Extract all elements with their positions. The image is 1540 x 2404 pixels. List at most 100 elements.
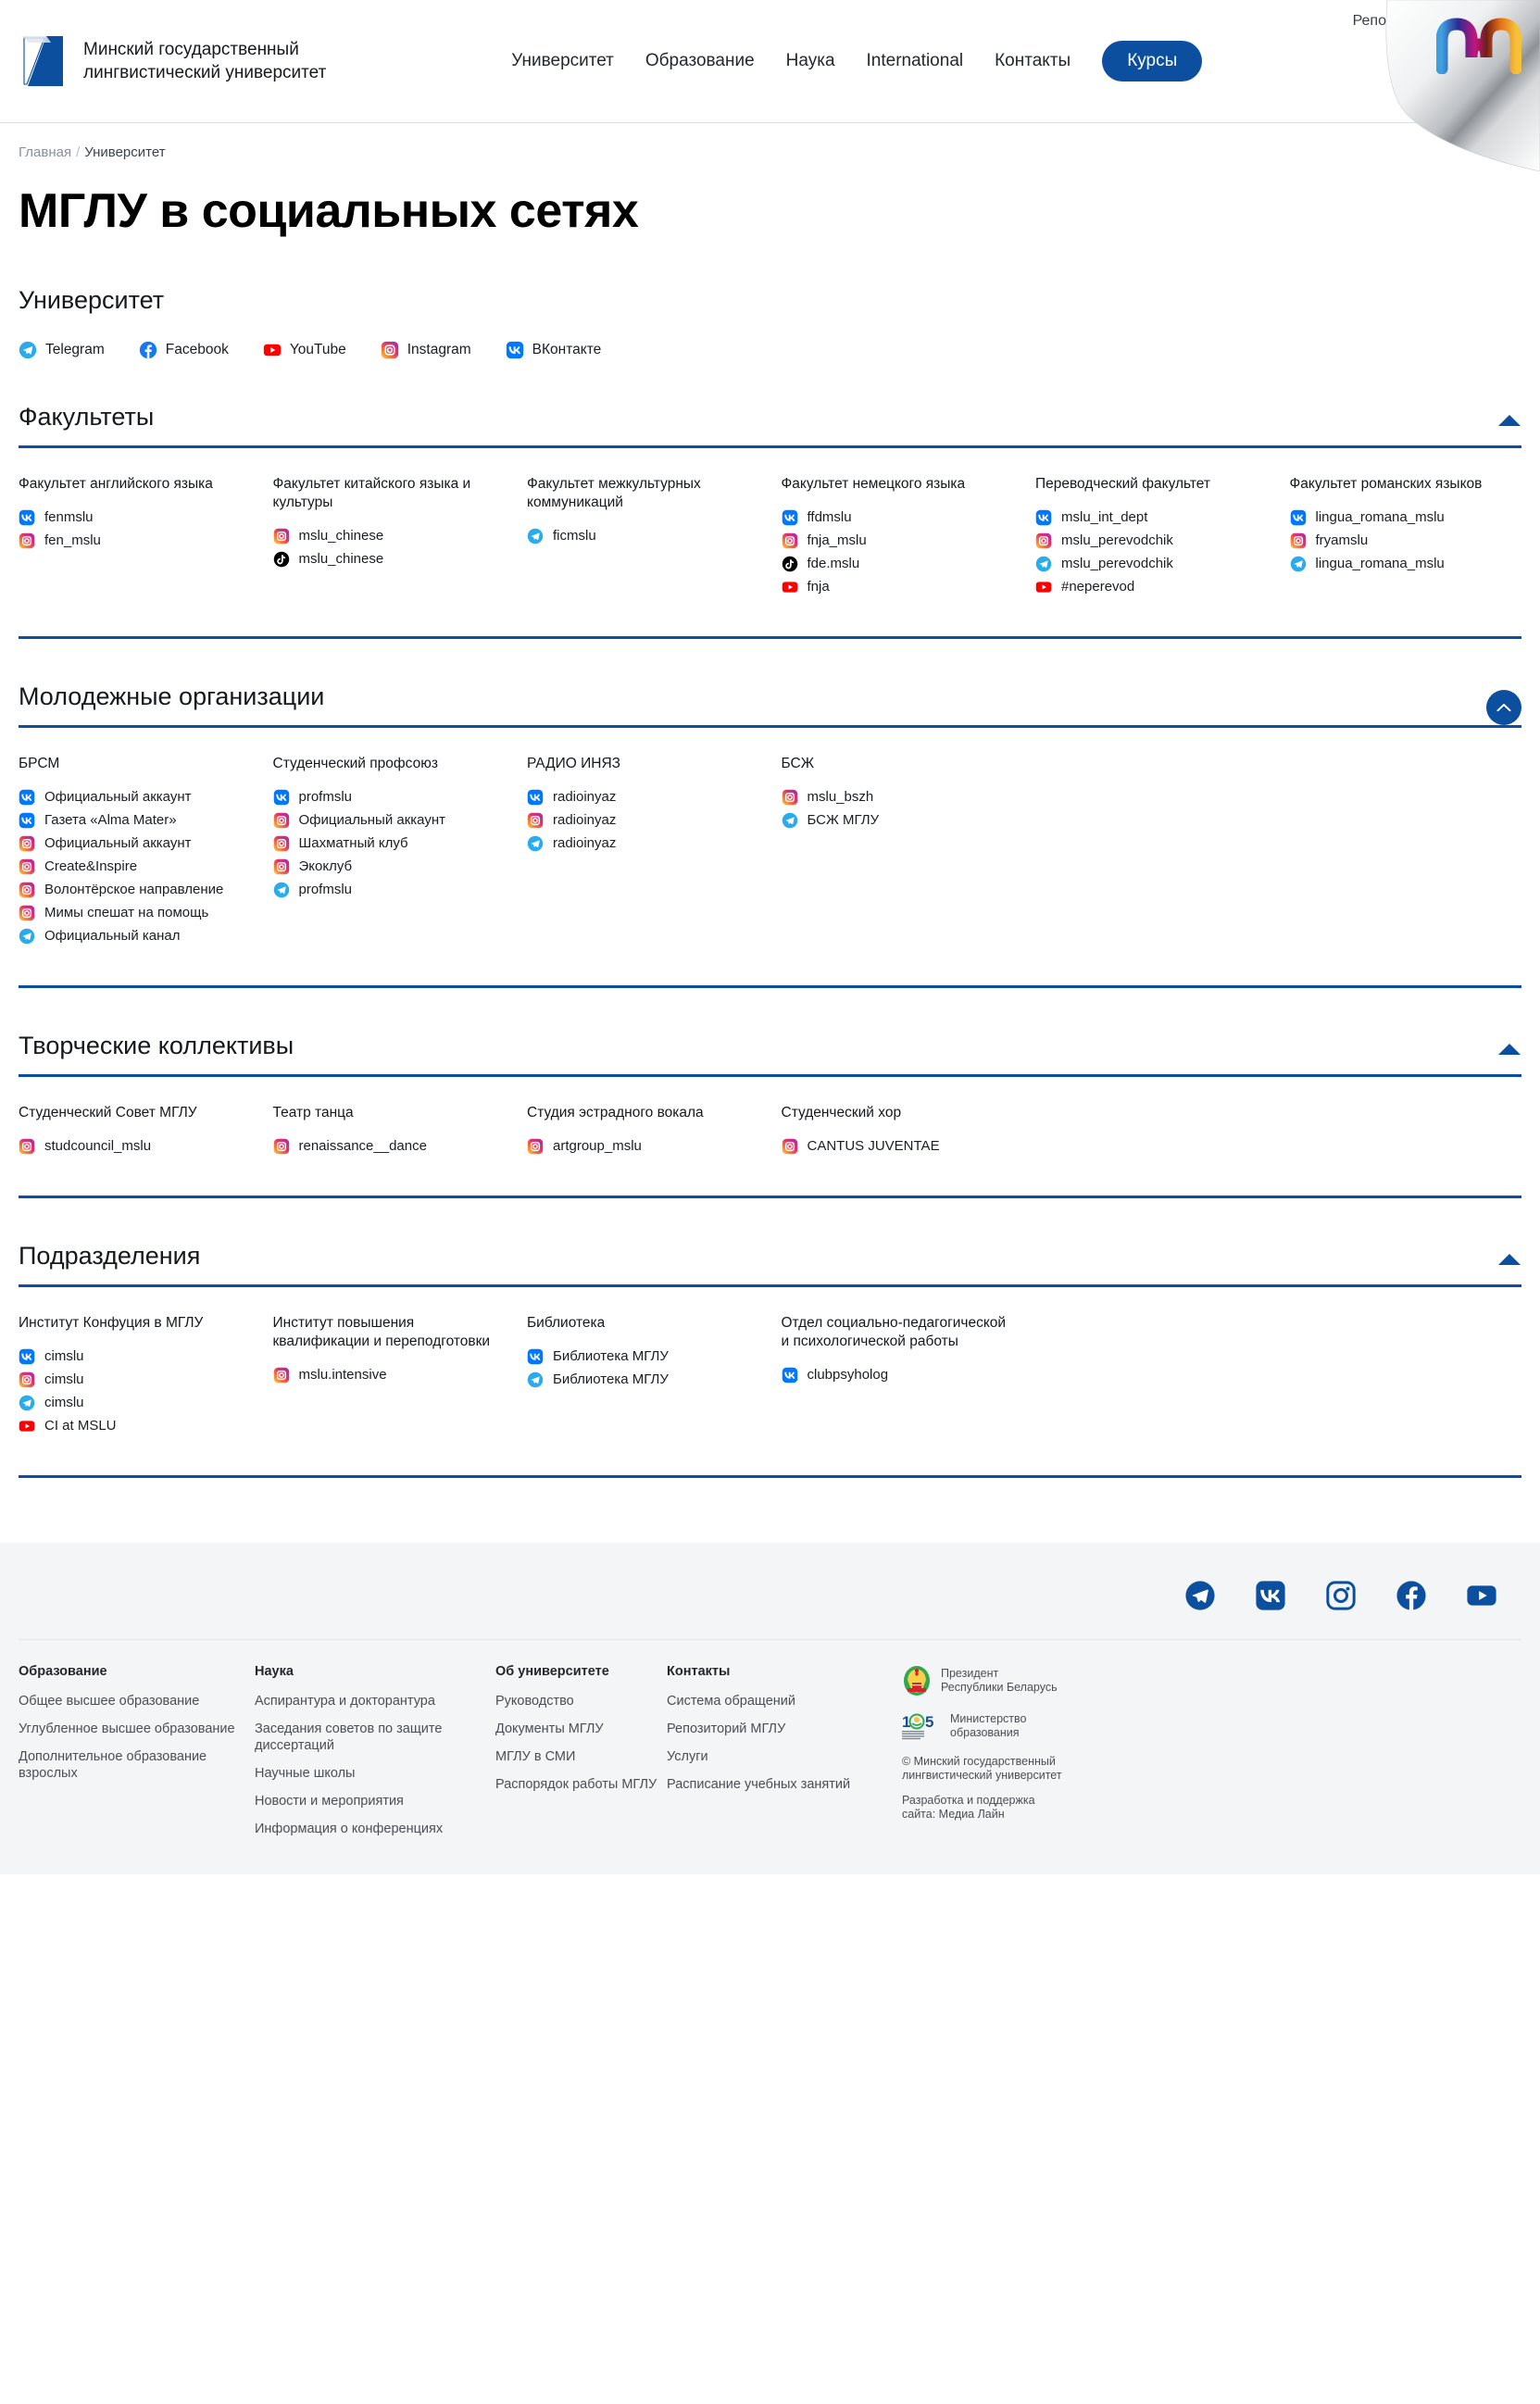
account-group-title: Студенческий хор: [781, 1105, 902, 1121]
account-link[interactable]: Шахматный клуб: [273, 834, 506, 852]
account-link[interactable]: Официальный аккаунт: [19, 788, 251, 806]
nav-item-international[interactable]: International: [867, 51, 964, 71]
account-link[interactable]: Волонтёрское направление: [19, 881, 251, 898]
account-link[interactable]: mslu_int_dept: [1035, 508, 1268, 526]
account-link[interactable]: lingua_romana_mslu: [1290, 508, 1522, 526]
accordion-header[interactable]: Факультеты: [19, 359, 1521, 432]
nav-item-contacts[interactable]: Контакты: [995, 51, 1070, 71]
footer-link[interactable]: Новости и мероприятия: [255, 1793, 486, 1809]
account-link[interactable]: profmslu: [273, 788, 506, 806]
account-link[interactable]: Библиотека МГЛУ: [527, 1371, 759, 1388]
ministry-link[interactable]: 1 5 Министерство образования: [902, 1710, 1521, 1742]
account-label: ficmslu: [553, 528, 596, 545]
account-icon-wrap: [527, 528, 544, 545]
footer-link[interactable]: Документы МГЛУ: [495, 1721, 657, 1737]
footer-social-link[interactable]: [1255, 1580, 1286, 1611]
account-link[interactable]: fen_mslu: [19, 532, 251, 549]
account-link[interactable]: mslu_bszh: [782, 788, 1014, 806]
footer-link[interactable]: Общее высшее образование: [19, 1693, 245, 1709]
footer-social-link[interactable]: [1184, 1580, 1216, 1611]
account-link[interactable]: CI at MSLU: [19, 1417, 251, 1434]
brand-home-link[interactable]: Минский государственный лингвистический …: [19, 34, 326, 88]
footer-social-link[interactable]: [1466, 1580, 1497, 1611]
scroll-to-top-button[interactable]: [1486, 690, 1521, 726]
account-group: [1035, 1314, 1268, 1434]
footer-link[interactable]: МГЛУ в СМИ: [495, 1748, 657, 1765]
university-social-link[interactable]: Instagram: [381, 341, 471, 359]
footer-link[interactable]: Дополнительное образование взрослых: [19, 1748, 245, 1782]
account-link[interactable]: cimslu: [19, 1347, 251, 1365]
facebook-icon: [139, 342, 157, 359]
account-link[interactable]: profmslu: [273, 881, 506, 898]
footer-link[interactable]: Система обращений: [667, 1693, 880, 1709]
account-link[interactable]: #neperevod: [1035, 578, 1268, 595]
vk-icon: [506, 342, 523, 359]
president-link[interactable]: Президент Республики Беларусь: [902, 1664, 1521, 1697]
university-social-link[interactable]: Facebook: [139, 341, 229, 359]
account-group: Факультет китайского языка и культуры msl…: [273, 475, 506, 595]
accordion-header[interactable]: Молодежные организации: [19, 639, 1521, 711]
account-link[interactable]: Официальный аккаунт: [273, 811, 506, 829]
account-link[interactable]: Create&Inspire: [19, 858, 251, 875]
university-social-link[interactable]: YouTube: [263, 341, 346, 359]
footer-link[interactable]: Репозиторий МГЛУ: [667, 1721, 880, 1737]
university-social-link[interactable]: ВКонтакте: [506, 341, 601, 359]
account-link[interactable]: fnja_mslu: [782, 532, 1014, 549]
account-link[interactable]: Официальный канал: [19, 927, 251, 945]
breadcrumb-home-link[interactable]: Главная: [19, 144, 71, 160]
account-link[interactable]: cimslu: [19, 1371, 251, 1388]
account-link[interactable]: mslu_chinese: [273, 527, 506, 545]
account-link[interactable]: Официальный аккаунт: [19, 834, 251, 852]
account-icon-wrap: [19, 1395, 35, 1411]
footer-link[interactable]: Информация о конференциях: [255, 1821, 486, 1837]
account-link[interactable]: CANTUS JUVENTAE: [782, 1137, 1014, 1155]
footer-link[interactable]: Заседания советов по защите диссертаций: [255, 1721, 486, 1754]
account-link[interactable]: cimslu: [19, 1394, 251, 1411]
footer-link[interactable]: Аспирантура и докторантура: [255, 1693, 486, 1709]
footer-link[interactable]: Руководство: [495, 1693, 657, 1709]
account-link[interactable]: fryamslu: [1290, 532, 1522, 549]
breadcrumb: Главная / Университет: [0, 123, 1540, 160]
vk-icon: [782, 509, 797, 525]
account-link[interactable]: artgroup_mslu: [527, 1137, 759, 1155]
account-link[interactable]: ficmslu: [527, 527, 759, 545]
account-link[interactable]: studcouncil_mslu: [19, 1137, 251, 1155]
account-link[interactable]: mslu_perevodchik: [1035, 532, 1268, 549]
accordion-header[interactable]: Творческие коллективы: [19, 988, 1521, 1060]
footer-link[interactable]: Научные школы: [255, 1765, 486, 1782]
account-link[interactable]: Газета «Alma Mater»: [19, 811, 251, 829]
account-link[interactable]: mslu.intensive: [273, 1366, 506, 1384]
footer-social-link[interactable]: [1396, 1580, 1427, 1611]
accordion-header[interactable]: Подразделения: [19, 1198, 1521, 1271]
account-link[interactable]: radioinyaz: [527, 834, 759, 852]
chevron-up-icon[interactable]: [1497, 1041, 1521, 1057]
footer-link[interactable]: Услуги: [667, 1748, 880, 1765]
nav-item-education[interactable]: Образование: [645, 51, 755, 71]
footer-link[interactable]: Распорядок работы МГЛУ: [495, 1776, 657, 1793]
chevron-up-icon[interactable]: [1497, 412, 1521, 428]
nav-item-university[interactable]: Университет: [511, 51, 614, 71]
nav-item-science[interactable]: Наука: [786, 51, 835, 71]
account-link[interactable]: lingua_romana_mslu: [1290, 555, 1522, 572]
account-link[interactable]: ffdmslu: [782, 508, 1014, 526]
account-link[interactable]: БСЖ МГЛУ: [782, 811, 1014, 829]
account-link[interactable]: fnja: [782, 578, 1014, 595]
account-link[interactable]: clubpsyholog: [782, 1366, 1014, 1384]
account-link[interactable]: radioinyaz: [527, 788, 759, 806]
chevron-up-icon[interactable]: [1497, 1251, 1521, 1267]
footer-link[interactable]: Углубленное высшее образование: [19, 1721, 245, 1737]
account-link[interactable]: radioinyaz: [527, 811, 759, 829]
account-link[interactable]: fenmslu: [19, 508, 251, 526]
footer-link[interactable]: Расписание учебных занятий: [667, 1776, 880, 1793]
footer-social-link[interactable]: [1325, 1580, 1357, 1611]
account-link[interactable]: Мимы спешат на помощь: [19, 904, 251, 921]
courses-button[interactable]: Курсы: [1102, 41, 1203, 81]
account-link[interactable]: renaissance__dance: [273, 1137, 506, 1155]
account-link[interactable]: Экоклуб: [273, 858, 506, 875]
university-social-link[interactable]: Telegram: [19, 341, 105, 359]
account-link[interactable]: Библиотека МГЛУ: [527, 1347, 759, 1365]
account-link[interactable]: mslu_chinese: [273, 550, 506, 568]
account-link[interactable]: mslu_perevodchik: [1035, 555, 1268, 572]
account-group-title: БСЖ: [781, 756, 815, 772]
account-link[interactable]: fde.mslu: [782, 555, 1014, 572]
